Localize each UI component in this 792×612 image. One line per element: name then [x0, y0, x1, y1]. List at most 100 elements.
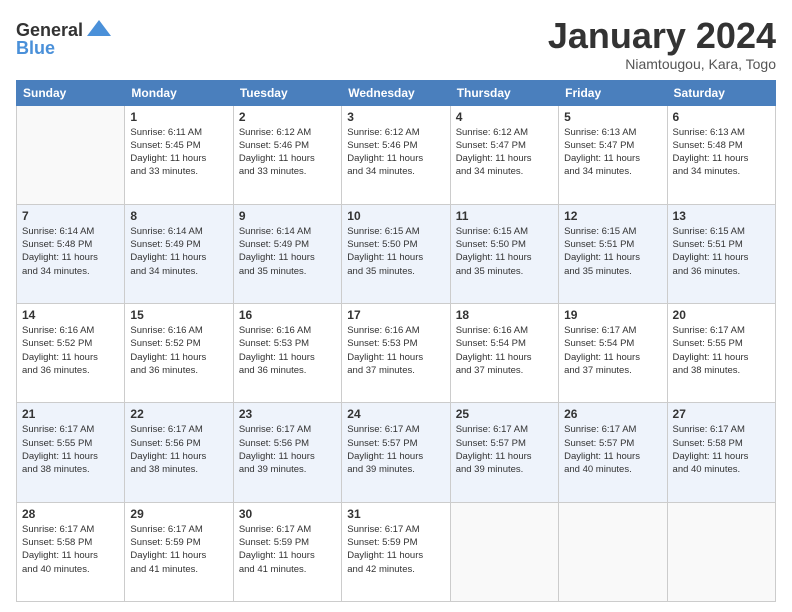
table-row: 14 Sunrise: 6:16 AM Sunset: 5:52 PM Dayli… [17, 304, 125, 403]
day-number: 30 [239, 507, 336, 521]
day-info: Sunrise: 6:17 AM Sunset: 5:58 PM Dayligh… [673, 423, 770, 476]
day-number: 9 [239, 209, 336, 223]
day-number: 31 [347, 507, 444, 521]
month-title: January 2024 [548, 16, 776, 56]
day-number: 28 [22, 507, 119, 521]
day-info: Sunrise: 6:17 AM Sunset: 5:55 PM Dayligh… [22, 423, 119, 476]
day-number: 4 [456, 110, 553, 124]
logo-icon [85, 16, 113, 44]
table-row: 12 Sunrise: 6:15 AM Sunset: 5:51 PM Dayli… [559, 204, 667, 303]
day-info: Sunrise: 6:14 AM Sunset: 5:49 PM Dayligh… [239, 225, 336, 278]
table-row: 28Sunrise: 6:17 AM Sunset: 5:58 PM Dayli… [17, 502, 125, 601]
calendar-table: Sunday Monday Tuesday Wednesday Thursday… [16, 80, 776, 602]
day-info: Sunrise: 6:17 AM Sunset: 5:59 PM Dayligh… [130, 523, 227, 576]
day-info: Sunrise: 6:16 AM Sunset: 5:54 PM Dayligh… [456, 324, 553, 377]
table-row: 21 Sunrise: 6:17 AM Sunset: 5:55 PM Dayli… [17, 403, 125, 502]
table-row: 17 Sunrise: 6:16 AM Sunset: 5:53 PM Dayli… [342, 304, 450, 403]
header: General Blue January 2024 Niamtougou, Ka… [16, 16, 776, 72]
table-row: 5 Sunrise: 6:13 AM Sunset: 5:47 PM Daylig… [559, 105, 667, 204]
table-row: 11Sunrise: 6:15 AM Sunset: 5:50 PM Dayli… [450, 204, 558, 303]
calendar-week-row: 1 Sunrise: 6:11 AM Sunset: 5:45 PM Daylig… [17, 105, 776, 204]
table-row: 8Sunrise: 6:14 AM Sunset: 5:49 PM Daylig… [125, 204, 233, 303]
day-info: Sunrise: 6:13 AM Sunset: 5:47 PM Dayligh… [564, 126, 661, 179]
day-number: 5 [564, 110, 661, 124]
table-row: 25 Sunrise: 6:17 AM Sunset: 5:57 PM Dayli… [450, 403, 558, 502]
page: General Blue January 2024 Niamtougou, Ka… [0, 0, 792, 612]
logo: General Blue [16, 16, 113, 59]
location: Niamtougou, Kara, Togo [548, 56, 776, 72]
day-info: Sunrise: 6:11 AM Sunset: 5:45 PM Dayligh… [130, 126, 227, 179]
col-tuesday: Tuesday [233, 80, 341, 105]
day-info: Sunrise: 6:12 AM Sunset: 5:46 PM Dayligh… [347, 126, 444, 179]
table-row: 29Sunrise: 6:17 AM Sunset: 5:59 PM Dayli… [125, 502, 233, 601]
table-row: 3 Sunrise: 6:12 AM Sunset: 5:46 PM Daylig… [342, 105, 450, 204]
day-number: 12 [564, 209, 661, 223]
day-number: 20 [673, 308, 770, 322]
day-number: 21 [22, 407, 119, 421]
day-info: Sunrise: 6:12 AM Sunset: 5:46 PM Dayligh… [239, 126, 336, 179]
table-row: 27 Sunrise: 6:17 AM Sunset: 5:58 PM Dayli… [667, 403, 775, 502]
day-number: 18 [456, 308, 553, 322]
day-number: 27 [673, 407, 770, 421]
day-number: 15 [130, 308, 227, 322]
day-number: 26 [564, 407, 661, 421]
col-monday: Monday [125, 80, 233, 105]
day-number: 14 [22, 308, 119, 322]
table-row: 19Sunrise: 6:17 AM Sunset: 5:54 PM Dayli… [559, 304, 667, 403]
table-row: 10Sunrise: 6:15 AM Sunset: 5:50 PM Dayli… [342, 204, 450, 303]
table-row [667, 502, 775, 601]
day-number: 16 [239, 308, 336, 322]
table-row: 16 Sunrise: 6:16 AM Sunset: 5:53 PM Dayli… [233, 304, 341, 403]
table-row: 4Sunrise: 6:12 AM Sunset: 5:47 PM Daylig… [450, 105, 558, 204]
col-thursday: Thursday [450, 80, 558, 105]
table-row: 7Sunrise: 6:14 AM Sunset: 5:48 PM Daylig… [17, 204, 125, 303]
col-wednesday: Wednesday [342, 80, 450, 105]
day-number: 17 [347, 308, 444, 322]
header-right: January 2024 Niamtougou, Kara, Togo [548, 16, 776, 72]
table-row: 22Sunrise: 6:17 AM Sunset: 5:56 PM Dayli… [125, 403, 233, 502]
day-info: Sunrise: 6:17 AM Sunset: 5:57 PM Dayligh… [347, 423, 444, 476]
table-row [559, 502, 667, 601]
table-row: 18 Sunrise: 6:16 AM Sunset: 5:54 PM Dayli… [450, 304, 558, 403]
calendar-week-row: 28Sunrise: 6:17 AM Sunset: 5:58 PM Dayli… [17, 502, 776, 601]
day-info: Sunrise: 6:15 AM Sunset: 5:51 PM Dayligh… [564, 225, 661, 278]
day-info: Sunrise: 6:14 AM Sunset: 5:48 PM Dayligh… [22, 225, 119, 278]
calendar-week-row: 21 Sunrise: 6:17 AM Sunset: 5:55 PM Dayli… [17, 403, 776, 502]
calendar-week-row: 7Sunrise: 6:14 AM Sunset: 5:48 PM Daylig… [17, 204, 776, 303]
day-number: 6 [673, 110, 770, 124]
table-row: 6 Sunrise: 6:13 AM Sunset: 5:48 PM Daylig… [667, 105, 775, 204]
col-saturday: Saturday [667, 80, 775, 105]
table-row: 2 Sunrise: 6:12 AM Sunset: 5:46 PM Daylig… [233, 105, 341, 204]
day-info: Sunrise: 6:16 AM Sunset: 5:53 PM Dayligh… [239, 324, 336, 377]
col-friday: Friday [559, 80, 667, 105]
table-row: 1 Sunrise: 6:11 AM Sunset: 5:45 PM Daylig… [125, 105, 233, 204]
day-info: Sunrise: 6:17 AM Sunset: 5:56 PM Dayligh… [130, 423, 227, 476]
table-row: 9 Sunrise: 6:14 AM Sunset: 5:49 PM Daylig… [233, 204, 341, 303]
day-number: 24 [347, 407, 444, 421]
day-info: Sunrise: 6:14 AM Sunset: 5:49 PM Dayligh… [130, 225, 227, 278]
day-info: Sunrise: 6:13 AM Sunset: 5:48 PM Dayligh… [673, 126, 770, 179]
day-info: Sunrise: 6:17 AM Sunset: 5:55 PM Dayligh… [673, 324, 770, 377]
day-number: 2 [239, 110, 336, 124]
day-number: 13 [673, 209, 770, 223]
day-info: Sunrise: 6:17 AM Sunset: 5:56 PM Dayligh… [239, 423, 336, 476]
day-info: Sunrise: 6:16 AM Sunset: 5:53 PM Dayligh… [347, 324, 444, 377]
table-row: 13 Sunrise: 6:15 AM Sunset: 5:51 PM Dayli… [667, 204, 775, 303]
table-row: 31 Sunrise: 6:17 AM Sunset: 5:59 PM Dayli… [342, 502, 450, 601]
table-row: 30Sunrise: 6:17 AM Sunset: 5:59 PM Dayli… [233, 502, 341, 601]
day-number: 23 [239, 407, 336, 421]
table-row [450, 502, 558, 601]
day-info: Sunrise: 6:17 AM Sunset: 5:57 PM Dayligh… [564, 423, 661, 476]
day-number: 3 [347, 110, 444, 124]
col-sunday: Sunday [17, 80, 125, 105]
day-info: Sunrise: 6:15 AM Sunset: 5:50 PM Dayligh… [347, 225, 444, 278]
table-row [17, 105, 125, 204]
day-number: 1 [130, 110, 227, 124]
day-number: 11 [456, 209, 553, 223]
day-info: Sunrise: 6:17 AM Sunset: 5:57 PM Dayligh… [456, 423, 553, 476]
day-info: Sunrise: 6:17 AM Sunset: 5:59 PM Dayligh… [347, 523, 444, 576]
day-info: Sunrise: 6:15 AM Sunset: 5:51 PM Dayligh… [673, 225, 770, 278]
day-number: 25 [456, 407, 553, 421]
day-info: Sunrise: 6:16 AM Sunset: 5:52 PM Dayligh… [22, 324, 119, 377]
table-row: 15Sunrise: 6:16 AM Sunset: 5:52 PM Dayli… [125, 304, 233, 403]
